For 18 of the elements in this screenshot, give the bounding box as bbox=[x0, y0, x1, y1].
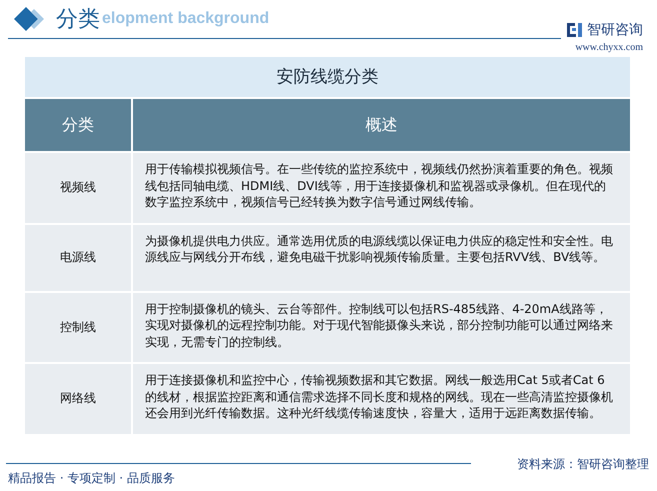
table-cell: 视频线 bbox=[25, 153, 131, 222]
slogan-text: 精品报告 · 专项定制 · 品质服务 bbox=[8, 470, 175, 487]
table-cell: 控制线 bbox=[25, 292, 131, 362]
table-caption: 安防线缆分类 bbox=[25, 57, 630, 97]
column-header: 分类 bbox=[25, 99, 131, 151]
logo-name: 智研咨询 bbox=[587, 21, 643, 39]
table-cell: 电源线 bbox=[25, 224, 131, 290]
website-url: www.chyxx.com bbox=[575, 42, 643, 53]
table-cell: 为摄像机提供电力供应。通常选用优质的电源线缆以保证电力供应的稳定性和安全性。电源线应与网线分开布线，避免电磁干扰影响视频传输质量。主要包括RVV线、BV线等。 bbox=[133, 224, 630, 290]
column-header: 概述 bbox=[133, 99, 630, 151]
source-text: 资料来源：智研咨询整理 bbox=[517, 456, 649, 473]
table-cell: 用于连接摄像机和监控中心，传输视频数据和其它数据。网线一般选用Cat 5或者Cat 6的线材，根据监控距离和通信需求选择不同长度和规格的网线。现在一些高清监控摄像机还会用到光纤传输数据。这种光纤线缆传输速度快，容量大，适用于远距离数据传输。 bbox=[133, 364, 630, 434]
logo-icon bbox=[567, 22, 583, 38]
table-cell: 网络线 bbox=[25, 364, 131, 434]
background-text: elopment background bbox=[102, 10, 270, 28]
page-title: 分类 bbox=[56, 6, 100, 34]
table-cell: 用于传输模拟视频信号。在一些传统的监控系统中，视频线仍然扮演着重要的角色。视频线包括同轴电缆、HDMI线、DVI线等，用于连接摄像机和监视器或录像机。但在现代的数字监控系统中，视频信号已经转换为数字信号通过网线传输。 bbox=[133, 153, 630, 222]
table-cell: 用于控制摄像机的镜头、云台等部件。控制线可以包括RS-485线路、4-20mA线路等，实现对摄像机的远程控制功能。对于现代智能摄像头来说，部分控制功能可以通过网络来实现，无需专门的控制线。 bbox=[133, 292, 630, 362]
